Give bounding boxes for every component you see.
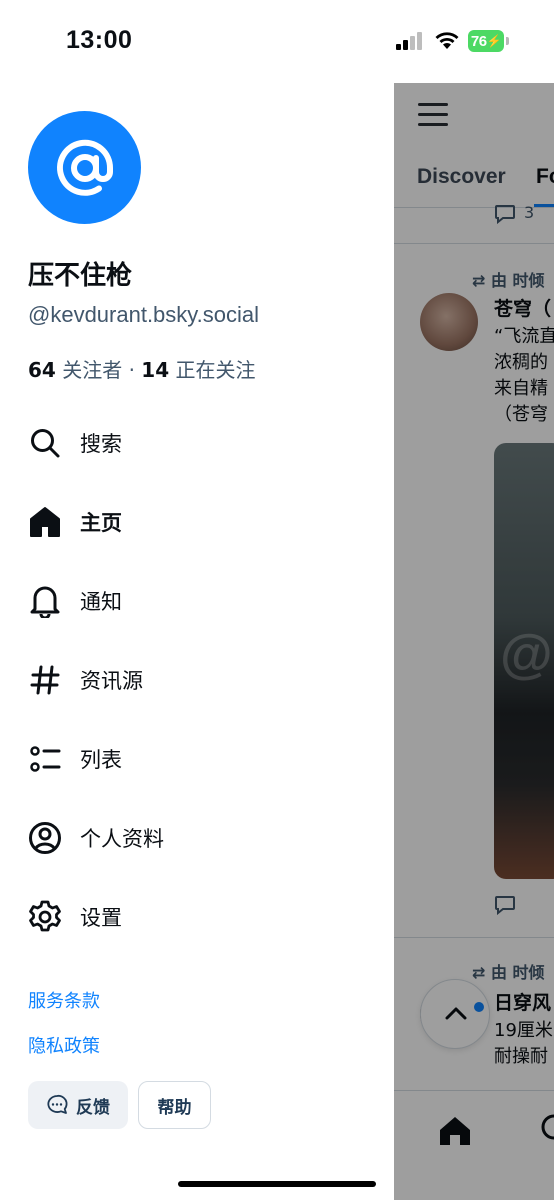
gear-icon bbox=[29, 900, 61, 932]
bell-icon bbox=[30, 586, 60, 618]
stats-separator: · bbox=[128, 358, 135, 382]
status-bar: 13:00 76 ⚡ bbox=[0, 0, 554, 80]
followers-label[interactable]: 关注者 bbox=[62, 358, 122, 382]
display-name[interactable]: 压不住枪 bbox=[28, 255, 132, 292]
nav-item-home[interactable]: 主页 bbox=[28, 494, 368, 550]
wifi-icon bbox=[435, 32, 459, 49]
nav-item-profile[interactable]: 个人资料 bbox=[28, 810, 368, 866]
hash-icon bbox=[30, 665, 60, 695]
nav-label: 资讯源 bbox=[80, 669, 143, 693]
nav-label: 设置 bbox=[80, 906, 122, 930]
terms-link[interactable]: 服务条款 bbox=[28, 987, 100, 1013]
nav-item-search[interactable]: 搜索 bbox=[28, 415, 368, 471]
nav-label: 搜索 bbox=[80, 432, 122, 456]
help-button[interactable]: 帮助 bbox=[138, 1081, 211, 1129]
home-indicator bbox=[178, 1181, 376, 1187]
cellular-signal-icon bbox=[396, 32, 422, 50]
nav-label: 个人资料 bbox=[80, 827, 164, 851]
status-time: 13:00 bbox=[66, 26, 133, 54]
nav-item-notifications[interactable]: 通知 bbox=[28, 573, 368, 629]
nav-label: 主页 bbox=[80, 511, 122, 535]
side-drawer: 压不住枪 @kevdurant.bsky.social 64 关注者 · 14 … bbox=[0, 0, 394, 1200]
user-handle: @kevdurant.bsky.social bbox=[28, 302, 260, 327]
feedback-button[interactable]: 反馈 bbox=[28, 1081, 128, 1129]
battery-level: 76 bbox=[470, 32, 487, 50]
home-icon bbox=[30, 507, 60, 537]
follow-stats: 64 关注者 · 14 正在关注 bbox=[28, 354, 255, 383]
drawer-overlay[interactable] bbox=[394, 83, 554, 1200]
battery-indicator: 76 ⚡ bbox=[468, 30, 510, 52]
help-label: 帮助 bbox=[157, 1097, 192, 1118]
at-sign-icon bbox=[56, 139, 113, 196]
nav-item-settings[interactable]: 设置 bbox=[28, 889, 368, 945]
avatar[interactable] bbox=[28, 111, 141, 224]
feedback-label: 反馈 bbox=[76, 1097, 110, 1118]
followers-count[interactable]: 64 bbox=[28, 358, 56, 382]
list-icon bbox=[30, 746, 61, 772]
nav-item-lists[interactable]: 列表 bbox=[28, 731, 368, 787]
following-count[interactable]: 14 bbox=[141, 358, 169, 382]
nav-label: 通知 bbox=[80, 590, 122, 614]
privacy-link[interactable]: 隐私政策 bbox=[28, 1032, 100, 1058]
profile-icon bbox=[29, 822, 61, 854]
nav-item-feeds[interactable]: 资讯源 bbox=[28, 652, 368, 708]
search-icon bbox=[31, 429, 60, 458]
following-label[interactable]: 正在关注 bbox=[175, 358, 255, 382]
chat-bubble-icon bbox=[47, 1094, 68, 1114]
nav-label: 列表 bbox=[80, 748, 122, 772]
